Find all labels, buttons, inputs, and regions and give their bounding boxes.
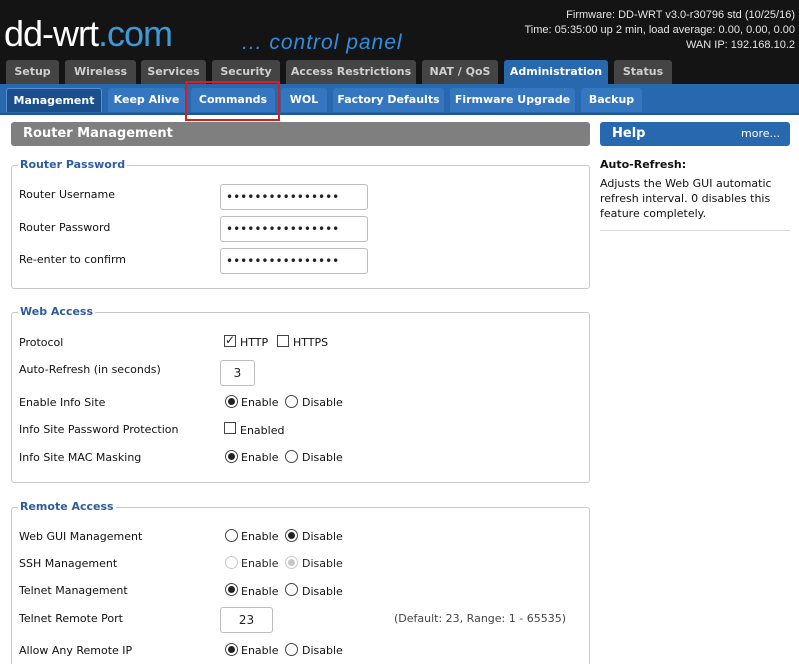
telnet-port-input[interactable]: 23: [220, 607, 273, 633]
logo-suffix: .com: [98, 13, 173, 54]
http-label: HTTP: [240, 336, 269, 349]
help-text: Adjusts the Web GUI automatic refresh in…: [600, 177, 772, 220]
autorefresh-input[interactable]: 3: [220, 360, 255, 386]
subtab-commands[interactable]: Commands: [191, 88, 275, 112]
check-mark-icon: ✓: [225, 333, 236, 347]
ssh-disable-radio[interactable]: [285, 556, 298, 569]
firmware-info: Firmware: DD-WRT v3.0-r30796 std (10/25/…: [566, 9, 795, 21]
wan-ip-info: WAN IP: 192.168.10.2: [685, 39, 795, 51]
system-info: Firmware: DD-WRT v3.0-r30796 std (10/25/…: [525, 8, 796, 53]
ddwrt-logo: dd-wrt.com: [4, 13, 173, 54]
info-site-disable-label: Disable: [302, 396, 343, 409]
confirm-password-input[interactable]: ••••••••••••••••: [220, 248, 368, 274]
web-access-legend: Web Access: [18, 305, 96, 319]
router-password-label: Router Password: [19, 221, 111, 234]
ssh-enable-radio[interactable]: [225, 556, 238, 569]
autorefresh-label: Auto-Refresh (in seconds): [19, 363, 161, 376]
any-ip-enable-radio[interactable]: [225, 643, 238, 656]
sub-tab-bar: Management Keep Alive Commands WOL Facto…: [0, 84, 799, 115]
help-title: Help: [612, 126, 646, 141]
telnet-disable-radio[interactable]: [285, 583, 298, 596]
header: dd-wrt.com ... control panel Firmware: D…: [0, 0, 799, 57]
help-more-link[interactable]: more...: [741, 122, 780, 146]
help-header: Help more...: [600, 122, 790, 146]
tab-wireless[interactable]: Wireless: [65, 60, 136, 84]
info-mac-disable-radio[interactable]: [285, 450, 298, 463]
tab-setup[interactable]: Setup: [6, 60, 59, 84]
subtab-factory-defaults[interactable]: Factory Defaults: [333, 88, 444, 112]
confirm-password-label: Re-enter to confirm: [19, 253, 126, 266]
tab-security[interactable]: Security: [212, 60, 280, 84]
info-site-enable-label: Enable: [241, 396, 279, 409]
webgui-enable-label: Enable: [241, 530, 279, 543]
any-ip-disable-radio[interactable]: [285, 643, 298, 656]
subtab-wol[interactable]: WOL: [281, 88, 327, 112]
any-ip-enable-label: Enable: [241, 644, 279, 657]
ssh-label: SSH Management: [19, 557, 118, 570]
webgui-label: Web GUI Management: [19, 530, 143, 543]
main-tab-bar: Setup Wireless Services Security Access …: [0, 57, 799, 84]
telnet-label: Telnet Management: [19, 584, 128, 597]
telnet-enable-radio[interactable]: [225, 583, 238, 596]
info-site-label: Enable Info Site: [19, 396, 106, 409]
telnet-enable-label: Enable: [241, 585, 279, 598]
http-checkbox[interactable]: ✓: [224, 333, 236, 347]
any-ip-disable-label: Disable: [302, 644, 343, 657]
info-pw-checkbox[interactable]: [224, 422, 236, 434]
control-panel-title: ... control panel: [242, 31, 403, 54]
router-username-label: Router Username: [19, 188, 116, 201]
info-site-disable-radio[interactable]: [285, 395, 298, 408]
info-pw-label: Info Site Password Protection: [19, 423, 179, 436]
uptime-info: Time: 05:35:00 up 2 min, load average: 0…: [524, 24, 796, 36]
tab-access-restrictions[interactable]: Access Restrictions: [286, 60, 416, 84]
tab-nat-qos[interactable]: NAT / QoS: [422, 60, 498, 84]
info-mac-enable-radio[interactable]: [225, 450, 238, 463]
logo-main: dd-wrt: [4, 13, 99, 54]
ssh-disable-label: Disable: [302, 557, 343, 570]
https-label: HTTPS: [293, 336, 329, 349]
info-pw-enabled-label: Enabled: [240, 424, 285, 437]
help-subtitle: Auto-Refresh:: [600, 158, 687, 171]
protocol-label: Protocol: [19, 336, 64, 349]
tab-status[interactable]: Status: [614, 60, 672, 84]
router-password-input[interactable]: ••••••••••••••••: [220, 216, 368, 242]
any-ip-label: Allow Any Remote IP: [19, 644, 133, 657]
info-site-enable-radio[interactable]: [225, 395, 238, 408]
subtab-firmware-upgrade[interactable]: Firmware Upgrade: [450, 88, 575, 112]
webgui-disable-radio[interactable]: [285, 529, 298, 542]
subtab-backup[interactable]: Backup: [581, 88, 642, 112]
help-divider: [600, 230, 790, 231]
telnet-port-label: Telnet Remote Port: [19, 612, 123, 625]
tab-services[interactable]: Services: [141, 60, 206, 84]
subtab-keep-alive[interactable]: Keep Alive: [108, 88, 185, 112]
webgui-enable-radio[interactable]: [225, 529, 238, 542]
router-password-legend: Router Password: [18, 158, 128, 172]
telnet-disable-label: Disable: [302, 585, 343, 598]
info-mac-label: Info Site MAC Masking: [19, 451, 142, 464]
info-mac-enable-label: Enable: [241, 451, 279, 464]
router-username-input[interactable]: ••••••••••••••••: [220, 184, 368, 210]
https-checkbox[interactable]: [277, 335, 289, 347]
subtab-management[interactable]: Management: [6, 88, 102, 112]
ssh-enable-label: Enable: [241, 557, 279, 570]
info-mac-disable-label: Disable: [302, 451, 343, 464]
webgui-disable-label: Disable: [302, 530, 343, 543]
section-title: Router Management: [11, 122, 590, 146]
remote-access-legend: Remote Access: [18, 500, 116, 514]
tab-administration[interactable]: Administration: [504, 60, 608, 84]
telnet-port-hint: (Default: 23, Range: 1 - 65535): [394, 612, 566, 625]
